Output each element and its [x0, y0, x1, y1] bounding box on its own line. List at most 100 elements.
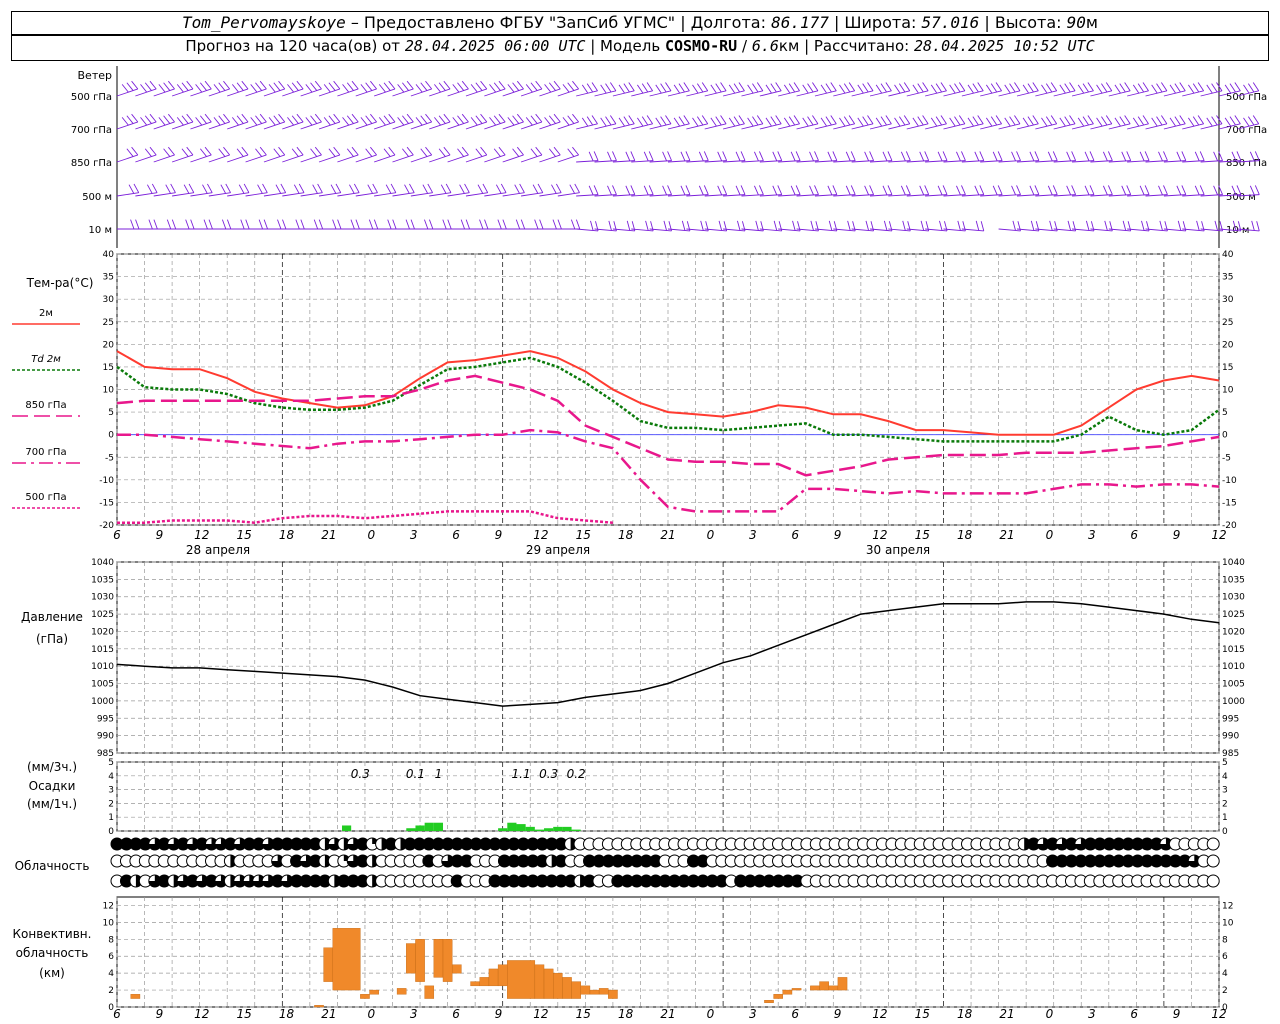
wind-barb-feather	[717, 185, 723, 196]
wind-barb-feather	[126, 148, 134, 157]
wind-barb-shaft	[337, 154, 359, 163]
wind-barb-feather	[314, 113, 322, 123]
wind-barb-feather	[1077, 117, 1085, 127]
wind-barb-feather	[572, 80, 580, 90]
wind-barb-feather	[864, 185, 870, 196]
wind-barb-feather	[875, 117, 883, 127]
wind-barb-feather	[1009, 116, 1016, 126]
wind-barb-feather	[942, 151, 948, 161]
wind-barb-feather	[158, 84, 166, 93]
pressure-ytick: 1030	[91, 593, 114, 603]
precip-ytick: 5	[108, 758, 114, 768]
wind-barb-feather	[553, 146, 561, 156]
wind-barb-feather	[717, 151, 723, 162]
wind-barb-feather	[461, 146, 469, 156]
wind-barb-shaft	[245, 192, 268, 197]
wind-barb-feather	[974, 151, 980, 162]
wind-barb-feather	[618, 84, 625, 94]
wind-barb-feather	[204, 146, 212, 156]
wind-barb-feather	[555, 183, 562, 193]
convective-bar	[819, 981, 829, 991]
wind-barb-feather	[291, 148, 299, 157]
wind-barb-shaft	[465, 192, 488, 197]
wind-barb-feather	[438, 115, 446, 124]
convective-ytick-right: 0	[1222, 1003, 1228, 1013]
wind-barb-feather	[1163, 151, 1168, 161]
temp-ytick: 10	[103, 386, 115, 396]
wind-barb-feather	[480, 146, 488, 156]
wind-barb-feather	[920, 220, 925, 231]
wind-barb-feather	[1229, 116, 1236, 126]
wind-barb-feather	[795, 151, 801, 161]
pressure-ytick-right: 1000	[1222, 697, 1245, 707]
wind-barb-feather	[257, 184, 263, 194]
wind-barb-feather	[388, 80, 396, 90]
wind-barb-feather	[378, 117, 386, 126]
wind-barb-feather	[440, 184, 447, 194]
wind-barb-feather	[848, 82, 856, 92]
wind-barb-feather	[759, 185, 764, 195]
wind-barb-feather	[204, 113, 212, 123]
wind-barb-feather	[512, 115, 520, 124]
wind-barb-feather	[972, 116, 979, 126]
wind-barb-feather	[648, 151, 654, 161]
wind-barb-feather	[388, 146, 396, 156]
wind-barb-shaft	[318, 121, 341, 130]
wind-barb-feather	[1016, 151, 1021, 161]
wind-barb-feather	[1016, 185, 1021, 195]
time-tick-label: 0	[1046, 528, 1054, 542]
wind-barb-shaft	[208, 192, 231, 197]
pressure-ytick-right: 1020	[1222, 627, 1245, 637]
convective-ytick-right: 8	[1222, 935, 1228, 945]
time-tick-label: 15	[576, 528, 591, 542]
wind-barb-feather	[539, 219, 544, 230]
wind-barb-feather	[591, 82, 598, 92]
time-tick-label-bottom: 21	[999, 1007, 1014, 1021]
wind-barb-feather	[922, 82, 929, 92]
wind-barb-feather	[1102, 151, 1108, 162]
convective-ytick: 4	[108, 969, 114, 979]
wind-barb-shaft	[300, 121, 322, 130]
wind-barb-feather	[807, 116, 814, 126]
wind-barb-feather	[1177, 220, 1182, 231]
wind-barb-feather	[1229, 83, 1236, 93]
convective-bar	[534, 964, 545, 999]
convective-bar	[406, 943, 416, 974]
time-tick-label: 6	[791, 528, 799, 542]
wind-barb-feather	[1199, 185, 1205, 195]
temp-ytick-right: 15	[1222, 363, 1233, 373]
wind-barb-feather	[637, 84, 644, 94]
wind-barb-feather	[1064, 116, 1071, 126]
wind-barb-feather	[667, 151, 673, 161]
wind-barb-feather	[738, 82, 745, 92]
wind-barb-feather	[310, 82, 318, 91]
convective-bar	[791, 988, 802, 991]
wind-barb-feather	[845, 185, 851, 196]
wind-barb-feather	[759, 151, 764, 161]
wind-barb-feather	[410, 219, 415, 230]
wind-barb-feather	[498, 113, 506, 123]
wind-barb-feather	[404, 184, 410, 194]
precip-bar	[544, 828, 554, 831]
wind-barb-feather	[827, 151, 833, 162]
wind-barb-feather	[586, 83, 594, 93]
wind-barb-feather	[607, 185, 612, 196]
wind-barb-feather	[1179, 82, 1186, 92]
wind-barb-shaft	[282, 154, 304, 163]
wind-barb-feather	[1137, 83, 1145, 93]
wind-barb-feather	[553, 113, 561, 123]
wind-barb-feather	[223, 146, 231, 156]
wind-barb-feather	[1214, 220, 1219, 231]
wind-barb-feather	[1121, 151, 1127, 162]
wind-barb-feather	[126, 82, 134, 91]
wind-barb-feather	[397, 117, 405, 126]
wind-barb-shaft	[373, 88, 396, 97]
wind-barb-feather	[480, 113, 488, 123]
wind-barb-feather	[703, 151, 709, 161]
wind-barb-feather	[323, 117, 331, 126]
convective-bar	[773, 994, 783, 999]
wind-barb-feather	[1176, 151, 1182, 162]
wind-barb-feather	[979, 151, 985, 161]
wind-barb-feather	[360, 117, 368, 126]
wind-barb-shaft	[557, 192, 580, 197]
